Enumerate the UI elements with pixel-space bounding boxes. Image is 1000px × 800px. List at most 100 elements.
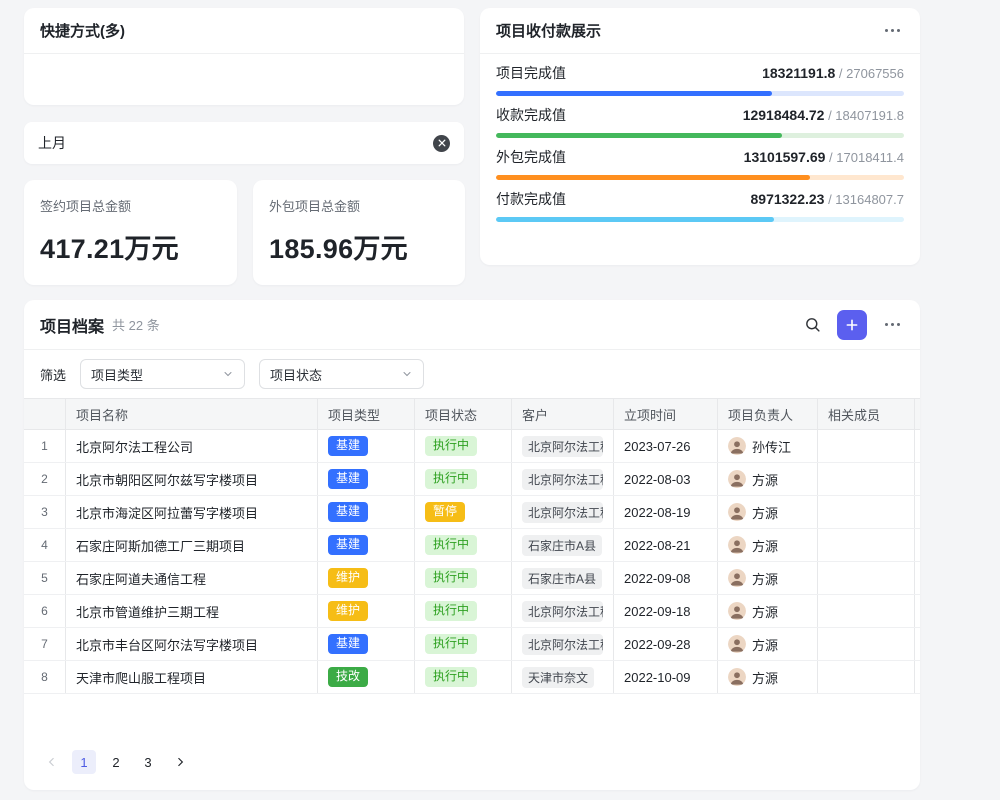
stat-label: 签约项目总金额 <box>40 196 221 215</box>
avatar <box>728 602 746 620</box>
table-row[interactable]: 4 石家庄阿斯加德工厂三期项目 基建 执行中 石家庄市A县 2022-08-21… <box>24 529 920 562</box>
customer-tag: 北京阿尔法工程 <box>522 601 603 622</box>
avatar <box>728 635 746 653</box>
chevron-right-icon <box>173 755 187 769</box>
type-tag: 基建 <box>328 502 368 522</box>
project-name: 北京阿尔法工程公司 <box>66 430 318 462</box>
type-tag: 基建 <box>328 535 368 555</box>
column-header: 客户 <box>512 399 614 429</box>
add-record-button[interactable] <box>837 310 867 340</box>
column-header <box>24 399 66 429</box>
progress-values: 18321191.8 / 27067556 <box>762 64 904 83</box>
table-row[interactable]: 6 北京市管道维护三期工程 维护 执行中 北京阿尔法工程 2022-09-18 … <box>24 595 920 628</box>
owner-cell: 方源 <box>728 503 778 522</box>
table-row[interactable]: 5 石家庄阿道夫通信工程 维护 执行中 石家庄市A县 2022-09-08 方源 <box>24 562 920 595</box>
clear-filter-button[interactable] <box>433 135 450 152</box>
owner-name: 方源 <box>752 569 778 588</box>
owner-name: 方源 <box>752 668 778 687</box>
column-header: 相关成员 <box>818 399 915 429</box>
members-cell <box>818 529 915 561</box>
avatar <box>728 569 746 587</box>
owner-name: 方源 <box>752 470 778 489</box>
stat-card-outsourced-total: 外包项目总金额 185.96万元 <box>253 180 465 285</box>
progress-row: 项目完成值 18321191.8 / 27067556 <box>480 54 920 96</box>
page-button[interactable]: 1 <box>72 750 96 774</box>
status-tag: 执行中 <box>425 601 477 621</box>
progress-rows: 项目完成值 18321191.8 / 27067556 收款完成值 129184… <box>480 54 920 222</box>
owner-name: 方源 <box>752 602 778 621</box>
avatar <box>728 668 746 686</box>
progress-row: 外包完成值 13101597.69 / 17018411.4 <box>480 138 920 180</box>
date-filter-chip[interactable]: 上月 <box>24 122 464 164</box>
customer-tag: 石家庄市A县 <box>522 535 602 556</box>
owner-name: 孙传江 <box>752 437 791 456</box>
type-tag: 基建 <box>328 634 368 654</box>
project-name: 北京市管道维护三期工程 <box>66 595 318 627</box>
table-row[interactable]: 1 北京阿尔法工程公司 基建 执行中 北京阿尔法工程 2023-07-26 孙传… <box>24 430 920 463</box>
project-date: 2022-08-19 <box>614 496 718 528</box>
filter-label: 筛选 <box>40 365 66 384</box>
customer-tag: 北京阿尔法工程 <box>522 502 603 523</box>
pagination: 123 <box>24 750 920 790</box>
project-date: 2022-09-08 <box>614 562 718 594</box>
prev-page-button[interactable] <box>40 750 64 774</box>
status-tag: 执行中 <box>425 469 477 489</box>
status-tag: 执行中 <box>425 568 477 588</box>
table-row[interactable]: 2 北京市朝阳区阿尔兹写字楼项目 基建 执行中 北京阿尔法工程 2022-08-… <box>24 463 920 496</box>
owner-cell: 方源 <box>728 635 778 654</box>
status-tag: 执行中 <box>425 667 477 687</box>
search-button[interactable] <box>802 314 823 335</box>
shortcuts-card: 快捷方式(多) <box>24 8 464 105</box>
customer-tag: 石家庄市A县 <box>522 568 602 589</box>
chevron-down-icon <box>222 368 234 380</box>
progress-value: 18321191.8 <box>762 65 835 81</box>
owner-name: 方源 <box>752 503 778 522</box>
type-tag: 基建 <box>328 436 368 456</box>
row-number: 6 <box>24 595 66 627</box>
status-tag: 执行中 <box>425 634 477 654</box>
next-page-button[interactable] <box>168 750 192 774</box>
status-tag: 执行中 <box>425 436 477 456</box>
project-date: 2023-07-26 <box>614 430 718 462</box>
project-name: 石家庄阿斯加德工厂三期项目 <box>66 529 318 561</box>
progress-value: 13101597.69 <box>744 149 826 165</box>
more-icon[interactable] <box>881 319 904 330</box>
owner-cell: 方源 <box>728 470 778 489</box>
row-number: 7 <box>24 628 66 660</box>
table-row[interactable]: 7 北京市丰台区阿尔法写字楼项目 基建 执行中 北京阿尔法工程 2022-09-… <box>24 628 920 661</box>
progress-fill <box>496 217 774 222</box>
customer-tag: 北京阿尔法工程 <box>522 469 603 490</box>
progress-total: / 17018411.4 <box>825 150 904 165</box>
progress-label: 收款完成值 <box>496 106 566 124</box>
more-icon[interactable] <box>881 25 904 36</box>
members-cell <box>818 463 915 495</box>
progress-value: 12918484.72 <box>743 107 825 123</box>
owner-cell: 方源 <box>728 536 778 555</box>
page-button[interactable]: 2 <box>104 750 128 774</box>
owner-cell: 方源 <box>728 569 778 588</box>
stat-label: 外包项目总金额 <box>269 196 449 215</box>
plus-icon <box>844 317 860 333</box>
stat-value: 185.96万元 <box>269 227 449 266</box>
progress-value: 8971322.23 <box>751 191 825 207</box>
table-row[interactable]: 3 北京市海淀区阿拉蕾写字楼项目 基建 暂停 北京阿尔法工程 2022-08-1… <box>24 496 920 529</box>
row-number: 4 <box>24 529 66 561</box>
table-header: 项目名称项目类型项目状态客户立项时间项目负责人相关成员 <box>24 398 920 430</box>
type-tag: 技改 <box>328 667 368 687</box>
table-row[interactable]: 8 天津市爬山服工程项目 技改 执行中 天津市奈文 2022-10-09 方源 <box>24 661 920 694</box>
members-cell <box>818 595 915 627</box>
row-number: 1 <box>24 430 66 462</box>
project-status-select[interactable]: 项目状态 <box>259 359 424 389</box>
close-icon <box>438 139 446 147</box>
members-cell <box>818 628 915 660</box>
owner-cell: 方源 <box>728 668 778 687</box>
column-header: 项目负责人 <box>718 399 818 429</box>
progress-total: / 27067556 <box>835 66 904 81</box>
owner-cell: 方源 <box>728 602 778 621</box>
page-button[interactable]: 3 <box>136 750 160 774</box>
row-number: 8 <box>24 661 66 693</box>
customer-tag: 天津市奈文 <box>522 667 594 688</box>
progress-row: 收款完成值 12918484.72 / 18407191.8 <box>480 96 920 138</box>
project-type-select[interactable]: 项目类型 <box>80 359 245 389</box>
progress-total: / 18407191.8 <box>824 108 904 123</box>
